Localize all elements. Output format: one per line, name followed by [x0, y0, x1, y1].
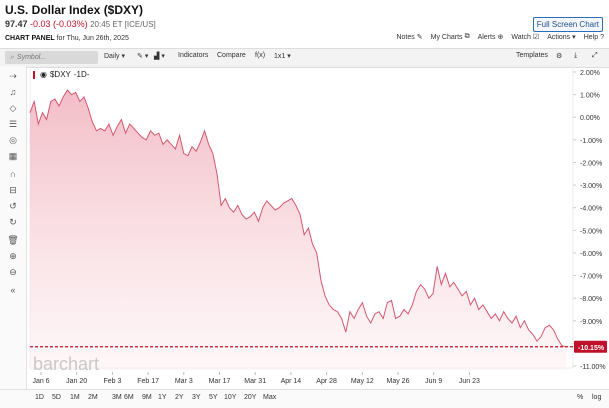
price-area	[30, 90, 566, 370]
range-button-3m[interactable]: 3M	[112, 394, 122, 401]
range-button-10y[interactable]: 10Y	[224, 394, 236, 401]
y-tick-label: -1.00%	[580, 138, 602, 145]
x-tick-label: Apr 14	[281, 378, 302, 385]
y-tick-label: -4.00%	[580, 206, 602, 213]
x-tick-label: Mar 31	[244, 378, 266, 385]
x-tick-label: May 26	[387, 378, 410, 385]
last-value-label: -10.15%	[578, 345, 605, 352]
range-button-1y[interactable]: 1Y	[158, 394, 167, 401]
range-button-max[interactable]: Max	[263, 394, 276, 401]
range-button-5y[interactable]: 5Y	[209, 394, 218, 401]
range-button-2m[interactable]: 2M	[88, 394, 98, 401]
range-button-20y[interactable]: 20Y	[244, 394, 256, 401]
y-tick-label: -9.00%	[580, 319, 602, 326]
range-button-1m[interactable]: 1M	[70, 394, 80, 401]
range-button-9m[interactable]: 9M	[142, 394, 152, 401]
x-tick-label: May 12	[351, 378, 374, 385]
y-tick-label: -8.00%	[580, 296, 602, 303]
x-tick-label: Apr 28	[316, 378, 337, 385]
y-tick-label: -11.00%	[580, 364, 606, 371]
percent-scale-toggle[interactable]: %	[577, 394, 583, 401]
y-tick-label: -5.00%	[580, 228, 602, 235]
chart-page: U.S. Dollar Index ($DXY) 97.47 -0.03 (-0…	[0, 0, 609, 408]
x-tick-label: Jun 9	[425, 378, 442, 385]
x-tick-label: Jan 20	[66, 378, 87, 385]
y-tick-label: -3.00%	[580, 183, 602, 190]
y-tick-label: 2.00%	[580, 70, 600, 77]
x-tick-label: Mar 3	[175, 378, 193, 385]
range-button-2y[interactable]: 2Y	[175, 394, 184, 401]
x-tick-label: Feb 3	[103, 378, 121, 385]
range-button-3y[interactable]: 3Y	[192, 394, 201, 401]
range-bar: 1D 5D 1M 2M 3M 6M 9M 1Y 2Y 3Y 5Y 10Y 20Y Max % log	[0, 389, 609, 408]
y-tick-label: 0.00%	[580, 115, 600, 122]
range-button-5d[interactable]: 5D	[52, 394, 61, 401]
x-tick-label: Jun 23	[459, 378, 480, 385]
y-tick-label: -7.00%	[580, 274, 602, 281]
y-tick-label: 1.00%	[580, 93, 600, 100]
range-button-6m[interactable]: 6M	[124, 394, 134, 401]
log-scale-toggle[interactable]: log	[592, 394, 601, 401]
x-tick-label: Mar 17	[209, 378, 231, 385]
x-tick-label: Feb 17	[137, 378, 159, 385]
price-chart[interactable]: 2.00% 1.00% 0.00% -1.00% -2.00% -3.00% -4.00% -…	[0, 0, 609, 390]
y-tick-label: -2.00%	[580, 160, 602, 167]
x-tick-label: Jan 6	[32, 378, 49, 385]
barchart-watermark: barchart	[33, 354, 100, 374]
range-button-1d[interactable]: 1D	[35, 394, 44, 401]
y-tick-label: -6.00%	[580, 251, 602, 258]
